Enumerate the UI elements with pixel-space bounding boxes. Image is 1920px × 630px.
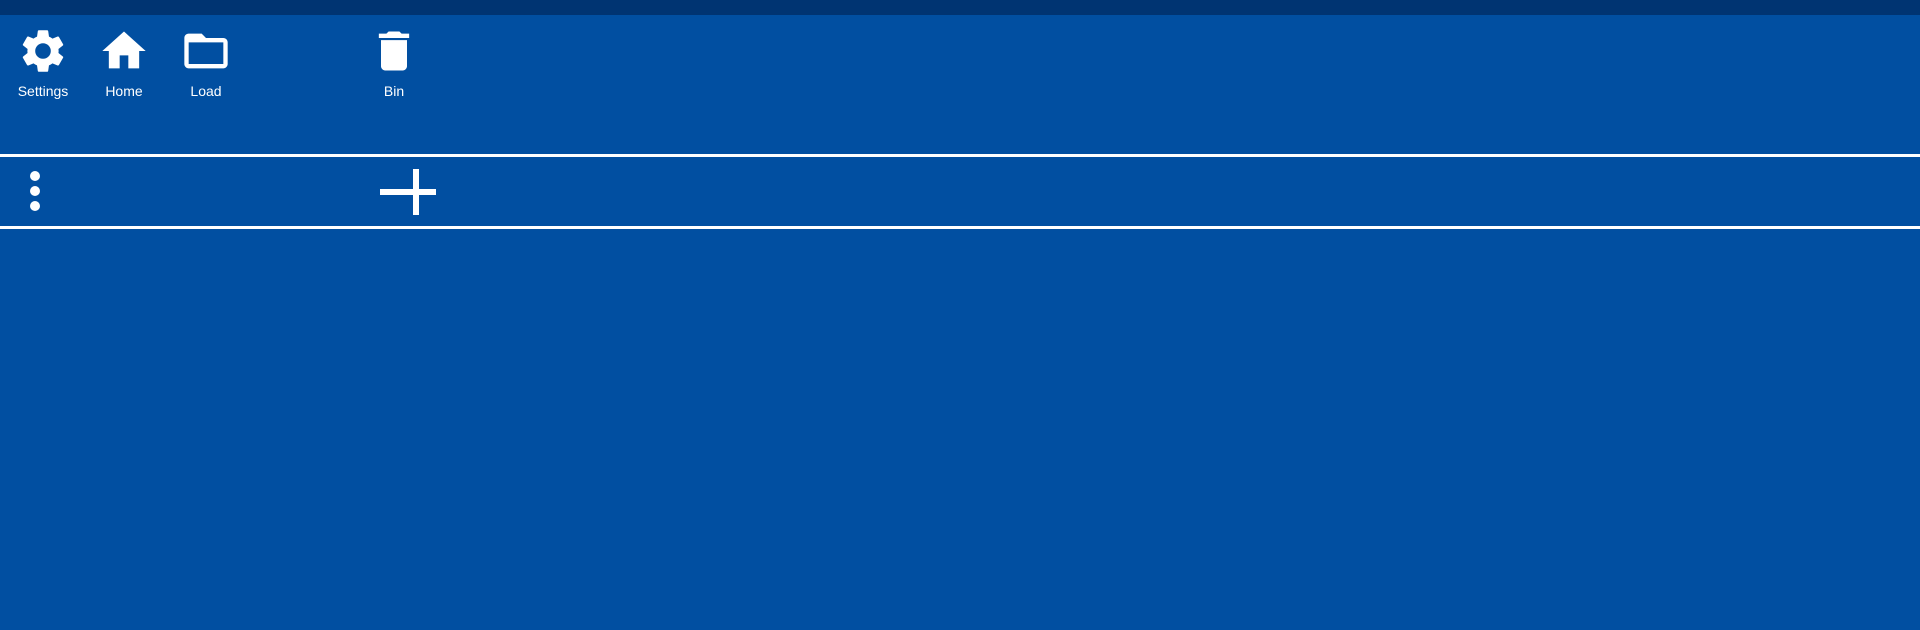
home-button[interactable]: Home bbox=[98, 25, 150, 99]
plus-icon[interactable] bbox=[380, 169, 436, 215]
load-button[interactable]: Load bbox=[178, 25, 234, 99]
home-icon bbox=[102, 31, 146, 69]
bin-button[interactable]: Bin bbox=[368, 25, 420, 99]
toolbar: Settings Home Load Bin bbox=[0, 15, 1920, 154]
content-area bbox=[0, 229, 1920, 630]
gear-icon bbox=[22, 30, 64, 72]
action-bar bbox=[0, 157, 1920, 226]
folder-icon bbox=[184, 33, 228, 69]
status-strip bbox=[0, 0, 1920, 15]
settings-label: Settings bbox=[17, 83, 69, 99]
bin-label: Bin bbox=[383, 83, 405, 99]
trash-icon bbox=[378, 31, 410, 71]
more-vertical-icon[interactable] bbox=[20, 170, 50, 212]
home-label: Home bbox=[105, 83, 143, 99]
load-label: Load bbox=[190, 83, 222, 99]
settings-button[interactable]: Settings bbox=[14, 25, 72, 99]
